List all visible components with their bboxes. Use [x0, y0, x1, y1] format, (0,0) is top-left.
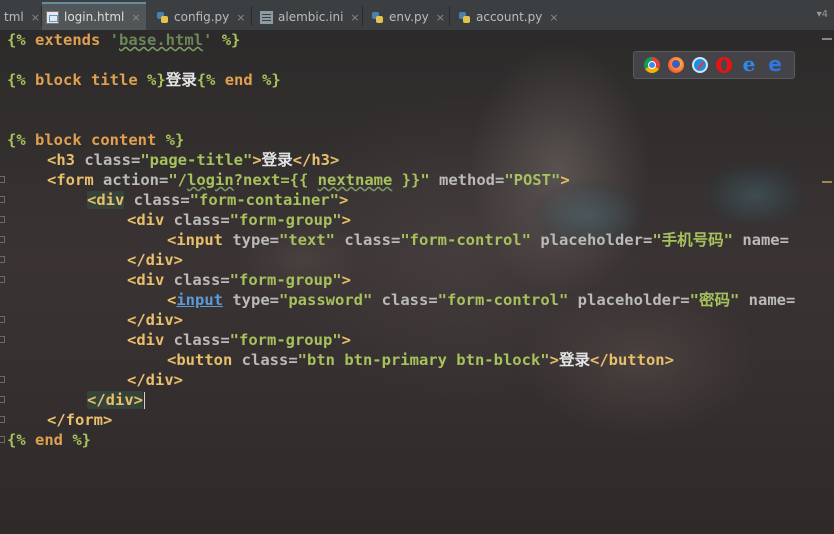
code-line: </div>	[127, 251, 183, 269]
fold-marker-icon[interactable]	[0, 176, 5, 183]
tab-config-py[interactable]: config.py ×	[152, 4, 249, 30]
tab-label: alembic.ini	[278, 10, 344, 24]
tab-html[interactable]: tml ×	[0, 4, 44, 30]
tab-label: login.html	[64, 10, 125, 24]
code-line: <div class="form-container">	[87, 191, 349, 209]
html-file-icon	[46, 10, 59, 24]
code-line: {% extends 'base.html' %}	[7, 31, 241, 49]
code-line: </div>	[127, 371, 183, 389]
tab-login-html[interactable]: login.html ×	[42, 2, 146, 30]
close-icon[interactable]: ×	[350, 11, 359, 24]
close-icon[interactable]: ×	[236, 11, 245, 24]
editor-background	[0, 30, 834, 534]
opera-icon[interactable]	[716, 57, 732, 73]
fold-marker-icon[interactable]	[0, 196, 5, 203]
python-file-icon	[371, 11, 384, 24]
python-file-icon	[156, 11, 169, 24]
tab-label: env.py	[389, 10, 429, 24]
fold-marker-icon[interactable]	[0, 336, 5, 343]
tab-label: account.py	[476, 10, 543, 24]
close-icon[interactable]: ×	[31, 11, 40, 24]
text-caret	[144, 392, 145, 409]
fold-marker-icon[interactable]	[0, 396, 5, 403]
tab-overflow-button[interactable]: ▾4	[817, 9, 828, 20]
scrollbar-marker[interactable]	[822, 38, 832, 40]
fold-marker-icon[interactable]	[0, 316, 5, 323]
tab-label: config.py	[174, 10, 230, 24]
code-line: {% end %}	[7, 431, 91, 449]
tab-divider	[449, 6, 450, 26]
tab-env-py[interactable]: env.py ×	[367, 4, 449, 30]
close-icon[interactable]: ×	[549, 11, 558, 24]
firefox-icon[interactable]	[668, 57, 684, 73]
browser-preview-toolbar: e e	[633, 51, 795, 79]
code-line: </form>	[47, 411, 113, 429]
code-line: <button class="btn btn-primary btn-block…	[167, 351, 674, 369]
tab-divider	[362, 6, 363, 26]
close-icon[interactable]: ×	[436, 11, 445, 24]
close-icon[interactable]: ×	[131, 11, 140, 24]
ini-file-icon	[260, 10, 273, 24]
fold-marker-icon[interactable]	[0, 216, 5, 223]
code-line: </div>	[127, 311, 183, 329]
tab-label: tml	[4, 10, 24, 24]
chrome-icon[interactable]	[644, 57, 660, 73]
code-line: {% block content %}	[7, 131, 185, 149]
tab-alembic-ini[interactable]: alembic.ini ×	[256, 4, 364, 30]
fold-marker-icon[interactable]	[0, 256, 5, 263]
editor-tab-bar: tml × login.html × config.py × alembic.i…	[0, 0, 834, 31]
scrollbar-marker[interactable]	[822, 181, 832, 183]
ie-icon[interactable]: e	[740, 54, 758, 74]
fold-marker-icon[interactable]	[0, 236, 5, 243]
code-line: <div class="form-group">	[127, 271, 351, 289]
code-line: {% block title %}登录{% end %}	[7, 71, 281, 89]
code-line: <form action="/login?next={{ nextname }}…	[47, 171, 570, 189]
tab-account-py[interactable]: account.py ×	[454, 4, 563, 30]
code-line: <input type="password" class="form-contr…	[167, 291, 796, 309]
editor-gutter	[0, 30, 6, 534]
background-art	[700, 160, 810, 230]
fold-marker-icon[interactable]	[0, 416, 5, 423]
tab-divider	[251, 6, 252, 26]
code-line: <div class="form-group">	[127, 211, 351, 229]
fold-marker-icon[interactable]	[0, 436, 5, 443]
edge-icon[interactable]: e	[766, 54, 784, 74]
code-line: <div class="form-group">	[127, 331, 351, 349]
code-line: </div>	[87, 391, 145, 409]
safari-icon[interactable]	[692, 57, 708, 73]
python-file-icon	[458, 11, 471, 24]
code-line: <h3 class="page-title">登录</h3>	[47, 151, 340, 169]
fold-marker-icon[interactable]	[0, 376, 5, 383]
fold-marker-icon[interactable]	[0, 276, 5, 283]
code-line: <input type="text" class="form-control" …	[167, 231, 789, 249]
